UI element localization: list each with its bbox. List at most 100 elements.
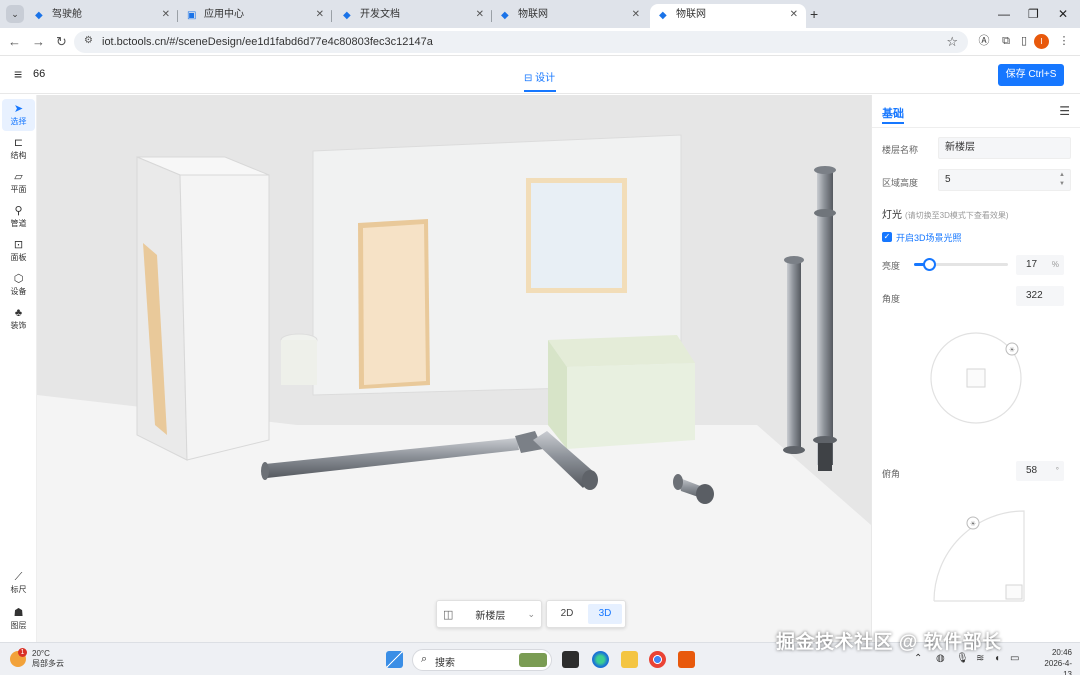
pipe-end-cap xyxy=(696,484,714,504)
windows-start-icon[interactable] xyxy=(386,651,403,668)
light-section-title: 灯光 (请切换至3D模式下查看效果) xyxy=(882,206,1009,221)
browser-tab-3[interactable]: ◆ 开发文档 ✕ xyxy=(334,4,492,28)
brightness-value: 17 xyxy=(1026,259,1038,270)
window-close-icon[interactable]: ✕ xyxy=(1058,4,1068,24)
floor-name-label: 楼层名称 xyxy=(882,145,919,155)
mode-3d-button[interactable]: 3D xyxy=(588,604,622,624)
new-tab-icon[interactable]: + xyxy=(810,4,818,24)
tray-app-icon[interactable]: ◍ xyxy=(936,653,945,665)
app-favicon-icon: ▣ xyxy=(187,10,197,21)
close-tab-icon[interactable]: ✕ xyxy=(632,4,640,26)
app-favicon-icon: ◆ xyxy=(501,10,509,21)
brightness-slider[interactable] xyxy=(914,258,1008,271)
app-favicon-icon: ◆ xyxy=(343,10,351,21)
brightness-slider-handle[interactable] xyxy=(923,258,936,271)
close-tab-icon[interactable]: ✕ xyxy=(790,4,798,26)
reload-icon[interactable]: ↻ xyxy=(56,32,67,52)
extensions-puzzle-icon[interactable]: ⧉ xyxy=(998,33,1014,49)
weather-temperature: 20°C xyxy=(32,649,50,658)
tray-chevron-icon[interactable]: ⌃ xyxy=(914,653,922,665)
browser-tab-1[interactable]: ◆ 驾驶舱 ✕ xyxy=(26,4,178,28)
back-icon[interactable]: ← xyxy=(8,32,21,52)
tool-pipe[interactable]: ⚲ 管道 xyxy=(2,201,35,233)
area-height-label: 区域高度 xyxy=(882,178,919,188)
tool-decoration[interactable]: ♣ 装饰 xyxy=(2,303,35,335)
browser-toolbar: ← → ↻ ⚙ iot.bctools.cn/#/sceneDesign/ee1… xyxy=(0,28,1080,56)
plane-icon: ▱ xyxy=(14,171,23,183)
address-bar[interactable]: ⚙ iot.bctools.cn/#/sceneDesign/ee1d1fabd… xyxy=(74,31,968,53)
weather-condition: 局部多云 xyxy=(32,659,64,668)
close-tab-icon[interactable]: ✕ xyxy=(476,4,484,26)
profile-avatar[interactable]: I xyxy=(1034,34,1049,49)
weather-widget[interactable]: 1 20°C 局部多云 xyxy=(10,648,70,672)
tool-plane[interactable]: ▱ 平面 xyxy=(2,167,35,199)
view-control-bar: ◫ 新楼层 ⌄ 2D 3D xyxy=(436,600,626,628)
url-text: iot.bctools.cn/#/sceneDesign/ee1d1fabd6d… xyxy=(102,36,433,48)
angle-input[interactable]: 322 xyxy=(1016,286,1064,306)
stepper-icon[interactable]: ▲ ▼ xyxy=(1056,171,1068,189)
browser-tab-4[interactable]: ◆ 物联网 ✕ xyxy=(492,4,648,28)
search-highlight-image xyxy=(519,653,547,667)
pipe-flange xyxy=(814,209,836,217)
tab-basic[interactable]: 基础 xyxy=(882,105,904,121)
browser-tab-label: 驾驶舱 xyxy=(52,9,82,20)
tool-label: 选择 xyxy=(10,117,27,126)
maximize-icon[interactable]: ❐ xyxy=(1028,4,1039,24)
pitch-label: 俯角 xyxy=(882,469,901,479)
wifi-icon[interactable]: ≋ xyxy=(976,653,984,665)
cylinder-tank xyxy=(281,340,317,385)
app-header: ≡ 66 ⊟ 设计 保存 Ctrl+S xyxy=(0,56,1080,94)
browser-tab-label: 开发文档 xyxy=(360,9,400,20)
save-button[interactable]: 保存 Ctrl+S xyxy=(998,64,1064,86)
tool-panel[interactable]: ⊡ 面板 xyxy=(2,235,35,267)
tool-device[interactable]: ⬡ 设备 xyxy=(2,269,35,301)
tab-design-underline xyxy=(524,90,556,92)
chrome-icon[interactable] xyxy=(649,651,666,668)
close-tab-icon[interactable]: ✕ xyxy=(162,4,170,26)
enable-light-checkbox[interactable]: ✓ xyxy=(882,232,892,242)
system-clock[interactable]: 20:46 2026-4-13 xyxy=(1036,647,1072,675)
tab-search-icon[interactable]: ⌄ xyxy=(6,5,24,23)
scene-viewport-3d[interactable] xyxy=(37,95,871,642)
pitch-unit: ° xyxy=(1055,466,1059,475)
site-info-icon[interactable]: ⚙ xyxy=(84,35,93,46)
sidepanel-icon[interactable]: ▯ xyxy=(1016,33,1032,49)
taskbar-search-label: 搜索 xyxy=(435,658,455,669)
floor-select[interactable]: ◫ 新楼层 ⌄ xyxy=(436,600,542,628)
browser-menu-icon[interactable]: ⋮ xyxy=(1056,33,1072,49)
collapse-panel-icon[interactable]: ☰ xyxy=(1059,104,1070,118)
close-tab-icon[interactable]: ✕ xyxy=(316,4,324,26)
extension-a-icon[interactable]: Ⓐ xyxy=(976,33,992,49)
minimize-icon[interactable]: — xyxy=(998,4,1010,24)
tool-layers[interactable]: ☗ 图层 xyxy=(2,603,35,635)
angle-dial[interactable]: ☀ xyxy=(926,328,1026,428)
tool-structure[interactable]: ⊏ 结构 xyxy=(2,133,35,165)
pipe-end-cap xyxy=(261,462,269,480)
ruler-icon: ⟋ xyxy=(14,571,23,583)
browser-tab-2[interactable]: ▣ 应用中心 ✕ xyxy=(178,4,332,28)
edge-browser-icon[interactable] xyxy=(592,651,609,668)
battery-icon[interactable]: ▭ xyxy=(1010,653,1019,665)
tool-label: 设备 xyxy=(10,287,27,296)
tool-select[interactable]: ➤ 选择 xyxy=(2,99,35,131)
file-explorer-icon[interactable] xyxy=(621,651,638,668)
forward-icon[interactable]: → xyxy=(32,32,45,52)
task-view-icon[interactable] xyxy=(562,651,579,668)
mode-2d-button[interactable]: 2D xyxy=(550,604,584,624)
code-app-icon[interactable] xyxy=(678,651,695,668)
tool-ruler[interactable]: ⟋ 标尺 xyxy=(2,567,35,599)
floor-name-input[interactable]: 新楼层 xyxy=(938,137,1071,159)
brightness-input[interactable]: 17 % xyxy=(1016,255,1064,275)
taskbar-search[interactable]: ⌕ 搜索 xyxy=(412,649,552,671)
area-height-input[interactable]: 5 ▲ ▼ xyxy=(938,169,1071,191)
volume-icon[interactable]: ◖ xyxy=(994,653,1000,665)
bookmark-star-icon[interactable]: ☆ xyxy=(946,31,958,53)
pitch-input[interactable]: 58 ° xyxy=(1016,461,1064,481)
menu-icon[interactable]: ≡ xyxy=(14,66,22,82)
pitch-dial[interactable]: ☀ xyxy=(928,509,1028,605)
tab-design[interactable]: ⊟ 设计 xyxy=(524,69,555,84)
browser-tab-5-active[interactable]: ◆ 物联网 ✕ xyxy=(650,4,806,28)
light-section-label: 灯光 xyxy=(882,210,902,221)
back-door xyxy=(363,224,426,385)
microphone-icon[interactable]: 🎙 xyxy=(956,653,969,665)
